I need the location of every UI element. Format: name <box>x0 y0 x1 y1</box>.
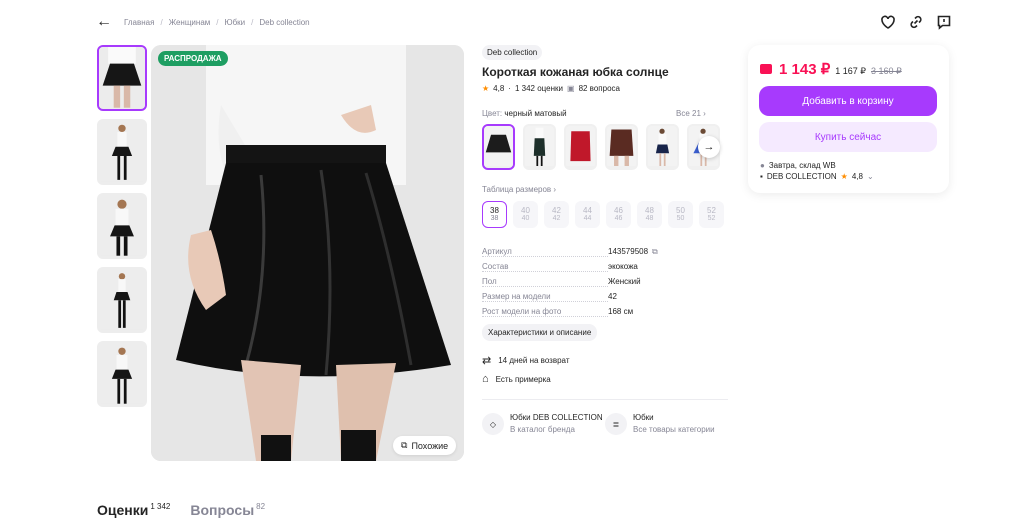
star-icon: ★ <box>840 172 848 181</box>
size-option[interactable]: 40 40 <box>513 201 538 228</box>
breadcrumb-item[interactable]: Юбки <box>225 18 246 27</box>
add-to-cart-button[interactable]: Добавить в корзину <box>759 86 937 116</box>
thumbnail[interactable] <box>97 45 147 111</box>
rating-value: 4,8 <box>493 84 505 93</box>
price-wallet: 1 167 ₽ <box>835 66 866 76</box>
seller-info[interactable]: ▪ DEB COLLECTION ★ 4,8 ⌄ <box>760 172 874 181</box>
size-table-link[interactable]: Таблица размеров › <box>482 185 556 194</box>
param-row: Размер на модели 42 <box>482 289 662 304</box>
category-link[interactable]: ≣ Юбки Все товары категории <box>605 413 715 435</box>
size-option[interactable]: 48 48 <box>637 201 662 228</box>
buy-now-button[interactable]: Купить сейчас <box>759 122 937 152</box>
sale-badge: РАСПРОДАЖА <box>158 51 228 66</box>
back-arrow-icon[interactable]: ← <box>96 14 112 30</box>
param-key: Размер на модели <box>482 292 608 302</box>
reviews-tabs: Оценки 1 342 Вопросы 82 <box>97 502 265 518</box>
thumbnail[interactable] <box>97 119 147 185</box>
param-value: экокожа <box>608 262 638 271</box>
main-product-photo[interactable] <box>151 45 464 461</box>
color-swatch[interactable] <box>523 124 556 170</box>
thumbnail[interactable] <box>97 341 147 407</box>
color-swatch[interactable] <box>646 124 679 170</box>
color-value: черный матовый <box>504 109 567 118</box>
return-policy: ⇄ 14 дней на возврат <box>482 355 570 367</box>
param-value: 168 см <box>608 307 634 316</box>
wallet-icon <box>760 64 772 74</box>
reviews-count: 1 342 оценки <box>514 84 563 93</box>
param-value: Женский <box>608 277 641 286</box>
param-row: Состав экокожа <box>482 259 662 274</box>
param-key: Артикул <box>482 247 608 257</box>
top-actions <box>880 14 952 30</box>
rating-row[interactable]: ★ 4,8 · 1 342 оценки ▣ 82 вопроса <box>482 84 620 93</box>
thumbnail[interactable] <box>97 267 147 333</box>
size-selector: 38 38 40 40 42 42 44 44 46 46 48 48 50 50 52 52 <box>482 201 724 228</box>
param-row: Пол Женский <box>482 274 662 289</box>
breadcrumb: ← Главная / Женщинам / Юбки / Deb collec… <box>96 13 310 30</box>
product-params: Артикул 143579508 ⧉ Состав экокожа Пол Женский… <box>482 244 662 319</box>
price-row: 1 143 ₽ 1 167 ₽ 3 160 ₽ <box>760 60 902 78</box>
color-swatch[interactable] <box>482 124 515 170</box>
product-title: Короткая кожаная юбка солнце <box>482 65 669 79</box>
star-icon: ★ <box>482 84 490 93</box>
brand-catalog-link[interactable]: ◇ Юбки DEB COLLECTION В каталог бренда <box>482 413 603 435</box>
tag-icon: ◇ <box>482 413 504 435</box>
fitting-info: ⌂ Есть примерка <box>482 373 551 385</box>
breadcrumb-item[interactable]: Deb collection <box>259 18 309 27</box>
all-colors-link[interactable]: Все 21 › <box>676 109 706 118</box>
store-icon: ▪ <box>760 172 763 181</box>
size-option[interactable]: 52 52 <box>699 201 724 228</box>
link-icon[interactable] <box>908 14 924 30</box>
heart-icon[interactable] <box>880 14 896 30</box>
similar-icon: ⧉ <box>401 440 408 450</box>
similar-button[interactable]: ⧉ Похожие <box>393 436 457 455</box>
param-row: Артикул 143579508 ⧉ <box>482 244 662 259</box>
questions-count: 82 вопроса <box>578 84 620 93</box>
return-icon: ⇄ <box>482 355 492 367</box>
color-swatches <box>482 124 720 170</box>
breadcrumb-item[interactable]: Главная <box>124 18 154 27</box>
color-swatch[interactable] <box>605 124 638 170</box>
brand-chip[interactable]: Deb collection <box>482 45 543 60</box>
color-swatch[interactable] <box>564 124 597 170</box>
tab-reviews[interactable]: Оценки 1 342 <box>97 502 170 518</box>
price-main: 1 143 ₽ <box>779 61 831 78</box>
next-swatches-button[interactable]: → <box>698 136 720 158</box>
param-value: 143579508 ⧉ <box>608 246 658 257</box>
thumbnail[interactable] <box>97 193 147 259</box>
divider <box>482 399 728 400</box>
param-value: 42 <box>608 292 617 301</box>
tab-questions[interactable]: Вопросы 82 <box>190 502 265 518</box>
size-option[interactable]: 42 42 <box>544 201 569 228</box>
hanger-icon: ⌂ <box>482 373 489 385</box>
clock-icon: ● <box>760 161 765 170</box>
param-row: Рост модели на фото 168 см <box>482 304 662 319</box>
param-key: Пол <box>482 277 608 287</box>
questions-icon: ▣ <box>567 84 575 93</box>
chevron-down-icon: ⌄ <box>866 172 874 181</box>
copy-icon[interactable]: ⧉ <box>652 247 658 257</box>
delivery-info: ● Завтра, склад WB <box>760 161 836 170</box>
size-option[interactable]: 46 46 <box>606 201 631 228</box>
size-option[interactable]: 50 50 <box>668 201 693 228</box>
size-option[interactable]: 38 38 <box>482 201 507 228</box>
arrow-right-icon: → <box>703 141 715 153</box>
stack-icon: ≣ <box>605 413 627 435</box>
param-key: Состав <box>482 262 608 272</box>
thumbnail-list <box>97 45 147 407</box>
report-icon[interactable] <box>936 14 952 30</box>
price-old: 3 160 ₽ <box>871 66 902 76</box>
color-label: Цвет: черный матовый <box>482 109 567 118</box>
param-key: Рост модели на фото <box>482 307 608 317</box>
breadcrumb-item[interactable]: Женщинам <box>169 18 211 27</box>
size-option[interactable]: 44 44 <box>575 201 600 228</box>
characteristics-button[interactable]: Характеристики и описание <box>482 324 598 341</box>
